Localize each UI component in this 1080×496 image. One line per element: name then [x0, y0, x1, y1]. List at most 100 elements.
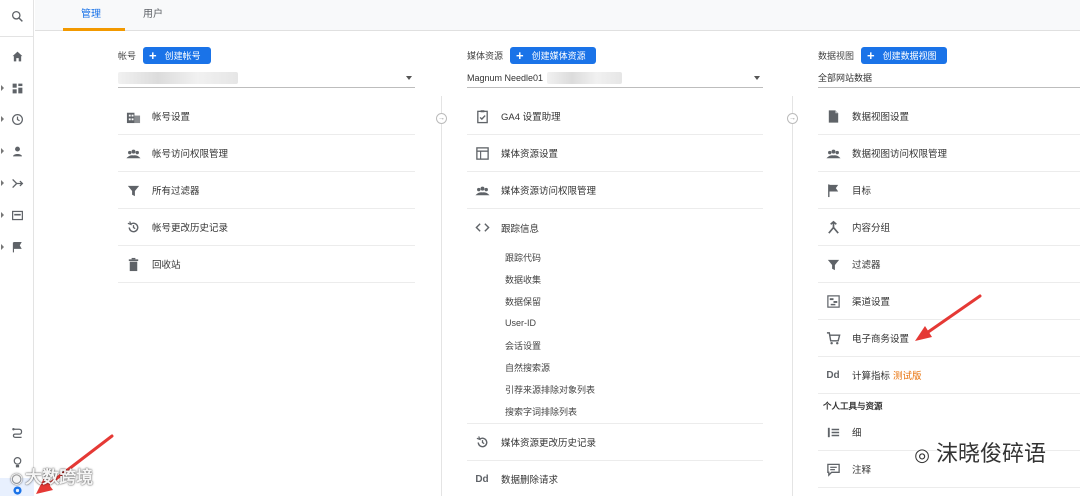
menu-item-label: 内容分组 [852, 223, 891, 234]
organic-sources-link[interactable]: 自然搜索源 [467, 356, 763, 378]
person-icon[interactable] [0, 139, 34, 163]
connect-icon[interactable] [0, 420, 34, 444]
menu-item-label: 过滤器 [852, 260, 881, 271]
channel-icon [818, 294, 848, 309]
search-icon[interactable] [0, 4, 34, 28]
acquisition-icon[interactable] [0, 171, 34, 195]
view-access-item[interactable]: 数据视图访问权限管理 [818, 135, 1080, 172]
dashboard-icon[interactable] [0, 76, 34, 100]
menu-item-label: 细 [852, 428, 862, 439]
cart-icon [818, 331, 848, 346]
tab-user[interactable]: 用户 [143, 0, 163, 31]
rail-divider [0, 36, 34, 37]
menu-item-label: 所有过滤器 [152, 186, 200, 197]
left-rail [0, 0, 34, 496]
property-history-item[interactable]: 媒体资源更改历史记录 [467, 424, 763, 461]
account-history-item[interactable]: 帐号更改历史记录 [118, 209, 415, 246]
create-view-button[interactable]: + 创建数据视图 [861, 47, 947, 64]
people-icon [818, 146, 848, 161]
menu-item-label: 数据视图设置 [852, 112, 910, 123]
annotation-arrow-icon [915, 294, 982, 341]
arrow-right-icon: → [787, 113, 798, 124]
plus-icon: + [867, 48, 875, 63]
checklist-icon [467, 109, 497, 124]
people-icon [467, 183, 497, 198]
create-property-label: 创建媒体资源 [531, 51, 586, 61]
menu-item-label: 电子商务设置 [852, 334, 910, 345]
view-settings-item[interactable]: 数据视图设置 [818, 98, 1080, 135]
people-icon [118, 146, 148, 161]
dd-icon: Dd [826, 369, 840, 381]
account-selector[interactable] [118, 68, 415, 88]
logo-icon: ◉ [10, 470, 24, 487]
data-retention-link[interactable]: 数据保留 [467, 290, 763, 312]
clock-icon[interactable] [0, 107, 34, 131]
window-icon [467, 146, 497, 161]
content-grouping-item[interactable]: 内容分组 [818, 209, 1080, 246]
create-account-button[interactable]: + 创建帐号 [143, 47, 211, 64]
menu-item-label: GA4 设置助理 [501, 112, 561, 123]
filter-icon [818, 257, 848, 272]
property-settings-item[interactable]: 媒体资源设置 [467, 135, 763, 172]
building-icon [118, 109, 148, 124]
filters-item[interactable]: 过滤器 [818, 246, 1080, 283]
all-filters-item[interactable]: 所有过滤器 [118, 172, 415, 209]
home-icon[interactable] [0, 44, 34, 68]
menu-item-label: 媒体资源更改历史记录 [501, 438, 597, 449]
watermark-text: ◎ 沫晓俊碎语 [914, 436, 1046, 468]
trash-item[interactable]: 回收站 [118, 246, 415, 283]
tracking-code-link[interactable]: 跟踪代码 [467, 246, 763, 268]
create-account-label: 创建帐号 [164, 51, 201, 61]
account-column: 帐号 + 创建帐号 帐号设置 帐号访问权限管理 所有过滤器 帐号更改历史记录 回… [118, 31, 415, 496]
menu-item-label: 回收站 [152, 260, 181, 271]
menu-item-label: 帐号访问权限管理 [152, 149, 229, 160]
create-property-button[interactable]: + 创建媒体资源 [510, 47, 596, 64]
menu-item-label: 跟踪信息 [501, 223, 540, 235]
redacted-account-name [118, 71, 238, 84]
goals-item[interactable]: 目标 [818, 172, 1080, 209]
account-access-item[interactable]: 帐号访问权限管理 [118, 135, 415, 172]
redacted-property-id [547, 71, 623, 84]
account-label: 帐号 [118, 51, 137, 61]
property-selected-value: Magnum Needle01 [467, 72, 544, 83]
chevron-down-icon [754, 76, 760, 80]
property-selector[interactable]: Magnum Needle01 [467, 68, 763, 88]
calculated-metrics-item[interactable]: Dd 计算指标 测试版 [818, 357, 1080, 394]
property-menu: GA4 设置助理 媒体资源设置 媒体资源访问权限管理 跟踪信息 跟踪代码 数据收… [467, 98, 763, 496]
watermark-left-label: 大数跨境 [25, 468, 94, 487]
column-divider [792, 96, 793, 496]
dd-icon: Dd [475, 473, 489, 485]
user-id-link[interactable]: User-ID [467, 312, 763, 334]
comment-icon [818, 462, 848, 477]
view-selector[interactable]: 全部网站数据 [818, 68, 1080, 88]
menu-item-label: 计算指标 [852, 371, 891, 382]
active-tab-indicator [63, 28, 125, 31]
view-label: 数据视图 [818, 51, 855, 61]
column-divider [441, 96, 442, 496]
tracking-info-item[interactable]: 跟踪信息 [467, 209, 763, 246]
history-icon [118, 220, 148, 235]
property-access-item[interactable]: 媒体资源访问权限管理 [467, 172, 763, 209]
property-column: 媒体资源 + 创建媒体资源 Magnum Needle01 GA4 设置助理 媒… [467, 31, 763, 496]
flag-icon [818, 183, 848, 198]
menu-item-label: 注释 [852, 465, 872, 476]
account-settings-item[interactable]: 帐号设置 [118, 98, 415, 135]
tab-admin[interactable]: 管理 [81, 0, 101, 31]
ga4-setup-item[interactable]: GA4 设置助理 [467, 98, 763, 135]
content-group-icon [818, 220, 848, 235]
menu-item-label: 数据删除请求 [501, 475, 559, 486]
referral-exclusion-link[interactable]: 引荐来源排除对象列表 [467, 378, 763, 400]
menu-item-label: 帐号设置 [152, 112, 191, 123]
filter-icon [118, 183, 148, 198]
wechat-icon: ◎ [914, 445, 930, 465]
plus-icon: + [516, 48, 524, 63]
document-icon [818, 109, 848, 124]
data-deletion-item[interactable]: Dd 数据删除请求 [467, 461, 763, 496]
behavior-icon[interactable] [0, 203, 34, 227]
session-settings-link[interactable]: 会话设置 [467, 334, 763, 356]
code-icon [467, 220, 497, 235]
search-term-exclusion-link[interactable]: 搜索字词排除列表 [467, 400, 763, 424]
flag-icon[interactable] [0, 235, 34, 259]
menu-item-label: 媒体资源访问权限管理 [501, 186, 597, 197]
data-collection-link[interactable]: 数据收集 [467, 268, 763, 290]
